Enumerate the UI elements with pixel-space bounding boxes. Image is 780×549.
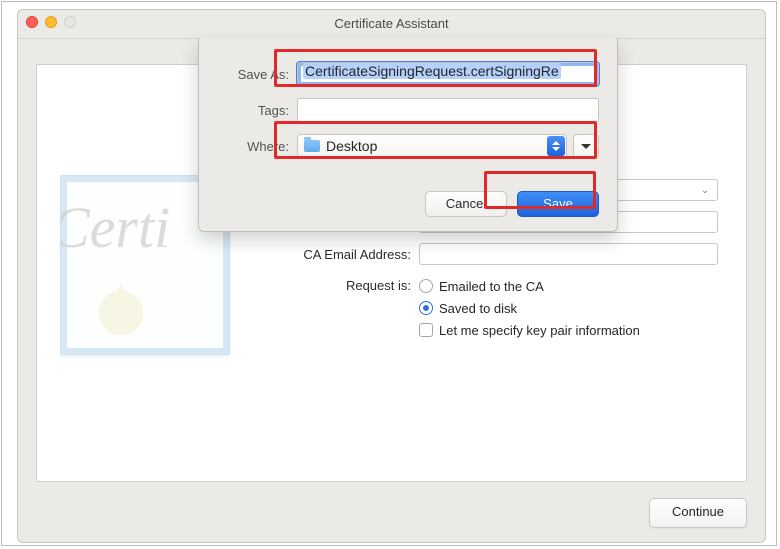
ca-email-row: CA Email Address: — [271, 243, 718, 265]
chevron-down-icon: ⌄ — [697, 182, 713, 198]
saveas-value: CertificateSigningRequest.certSigningRe — [303, 63, 561, 79]
titlebar: Certificate Assistant — [18, 10, 765, 39]
ca-email-input[interactable] — [419, 243, 718, 265]
radio-saved-label: Saved to disk — [439, 301, 517, 316]
close-icon[interactable] — [26, 16, 38, 28]
ca-email-label: CA Email Address: — [271, 247, 419, 262]
continue-label: Continue — [672, 504, 724, 519]
screenshot-frame: Certificate Assistant uesting. Click Cer… — [1, 1, 777, 546]
stepper-icon — [547, 136, 565, 156]
where-row: Where: Desktop — [199, 134, 599, 158]
tags-label: Tags: — [199, 103, 297, 118]
tags-input[interactable] — [297, 98, 599, 122]
check-keypair[interactable]: Let me specify key pair information — [419, 319, 640, 341]
check-keypair-label: Let me specify key pair information — [439, 323, 640, 338]
cancel-label: Cancel — [446, 196, 486, 211]
saveas-label: Save As: — [199, 67, 297, 82]
continue-button[interactable]: Continue — [649, 498, 747, 528]
radio-emailed[interactable]: Emailed to the CA — [419, 275, 640, 297]
where-value: Desktop — [326, 138, 377, 154]
radio-icon — [419, 301, 433, 315]
save-button[interactable]: Save — [517, 191, 599, 217]
assistant-window: Certificate Assistant uesting. Click Cer… — [17, 9, 766, 543]
tags-row: Tags: — [199, 98, 599, 122]
saveas-input[interactable]: CertificateSigningRequest.certSigningRe — [297, 62, 599, 86]
certificate-script-text: Certi — [60, 194, 170, 261]
certificate-request-form: ⌄ CA Email Address: Request is: — [271, 215, 718, 351]
seal-icon — [85, 277, 157, 349]
folder-icon — [304, 140, 320, 152]
where-label: Where: — [199, 139, 297, 154]
saveas-row: Save As: CertificateSigningRequest.certS… — [199, 62, 599, 86]
request-is-row: Request is: Emailed to the CA Saved to d… — [271, 275, 718, 341]
minimize-icon[interactable] — [45, 16, 57, 28]
checkbox-icon — [419, 323, 433, 337]
radio-saved[interactable]: Saved to disk — [419, 297, 640, 319]
save-sheet: Save As: CertificateSigningRequest.certS… — [198, 38, 618, 232]
radio-emailed-label: Emailed to the CA — [439, 279, 544, 294]
zoom-icon[interactable] — [64, 16, 76, 28]
chevron-down-icon — [581, 144, 591, 149]
cancel-button[interactable]: Cancel — [425, 191, 507, 217]
traffic-lights[interactable] — [26, 16, 76, 28]
where-popup[interactable]: Desktop — [297, 134, 567, 158]
request-is-label: Request is: — [271, 275, 419, 293]
sheet-buttons: Cancel Save — [425, 191, 599, 217]
window-title: Certificate Assistant — [334, 16, 448, 31]
request-is-options: Emailed to the CA Saved to disk Let me s… — [419, 275, 640, 341]
save-label: Save — [543, 196, 573, 211]
expand-arrow-button[interactable] — [573, 134, 599, 158]
radio-icon — [419, 279, 433, 293]
